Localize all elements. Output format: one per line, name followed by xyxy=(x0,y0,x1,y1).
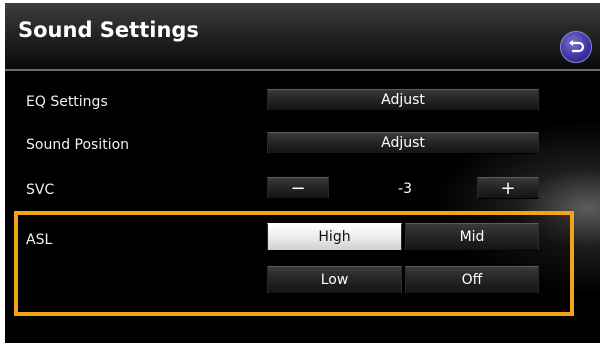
return-arrow-icon xyxy=(569,40,585,53)
svc-plus-button[interactable]: + xyxy=(477,177,539,199)
sound-settings-screen: Sound Settings EQ Settings Adjust Sound … xyxy=(5,3,600,343)
asl-off-button[interactable]: Off xyxy=(405,266,539,294)
header-bar: Sound Settings xyxy=(5,3,600,71)
asl-low-button[interactable]: Low xyxy=(267,266,402,294)
asl-high-button[interactable]: High xyxy=(267,223,402,251)
asl-mid-button[interactable]: Mid xyxy=(405,223,539,251)
page-title: Sound Settings xyxy=(18,18,199,42)
asl-label: ASL xyxy=(26,232,53,248)
svc-value: -3 xyxy=(398,181,412,197)
eq-settings-label: EQ Settings xyxy=(26,94,108,110)
eq-adjust-button[interactable]: Adjust xyxy=(267,89,539,111)
svc-minus-button[interactable]: − xyxy=(267,177,329,199)
sound-position-adjust-button[interactable]: Adjust xyxy=(267,132,539,154)
back-button[interactable] xyxy=(560,31,592,63)
svc-label: SVC xyxy=(26,182,55,198)
sound-position-label: Sound Position xyxy=(26,137,130,153)
